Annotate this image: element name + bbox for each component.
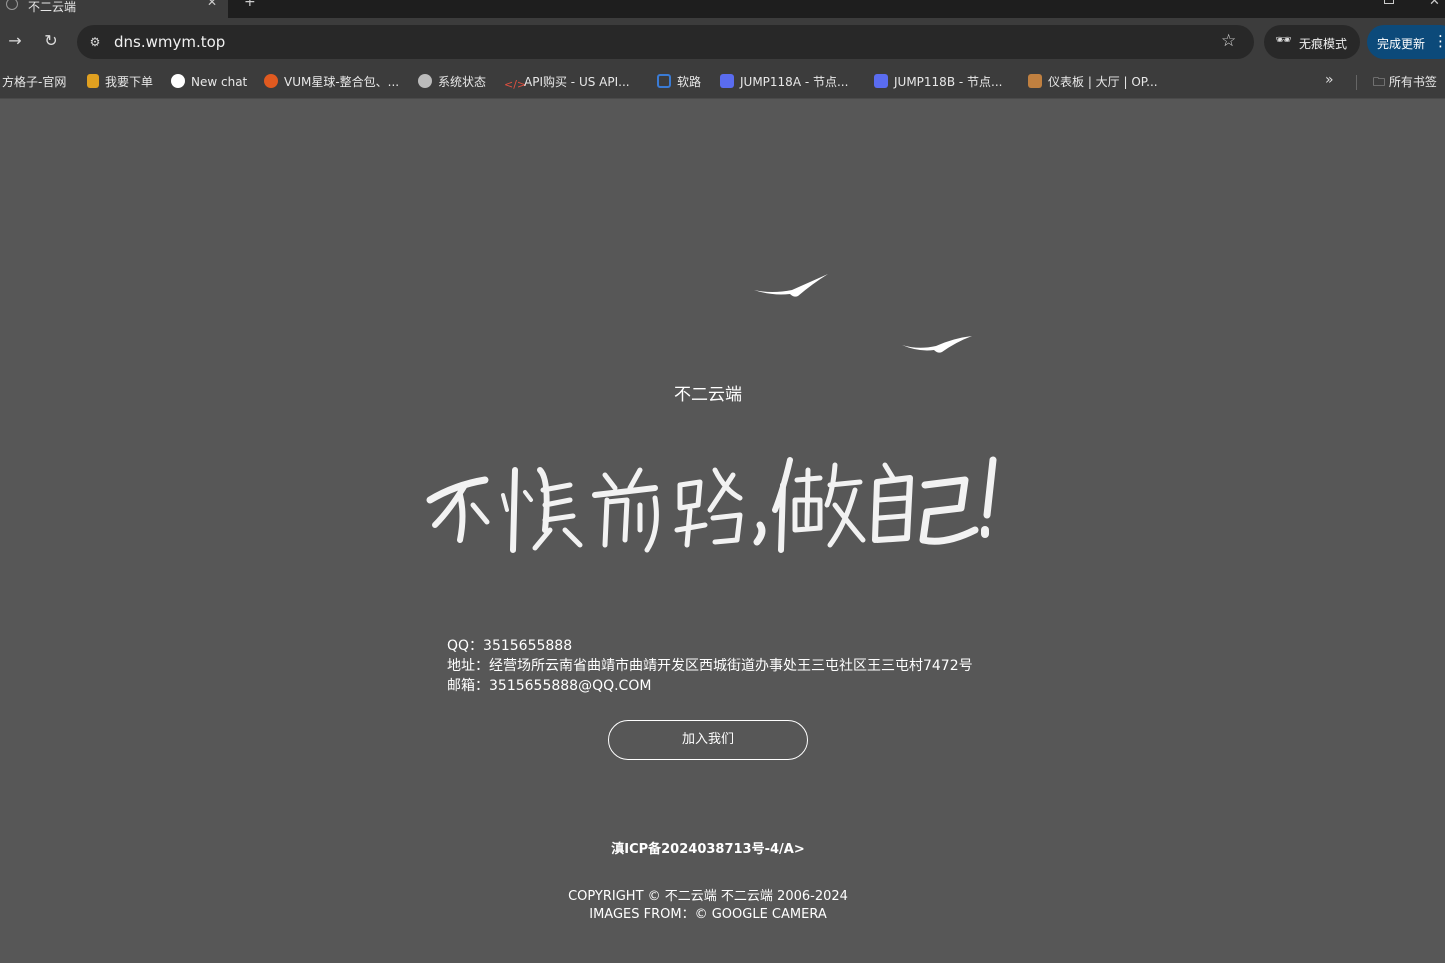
footer-copyright: COPYRIGHT © 不二云端 不二云端 2006-2024 IMAGES F… bbox=[0, 888, 1416, 924]
page-content: 不二云端 QQ：3515655888 地址：经营场所云南省曲靖市曲靖开发区西城街… bbox=[0, 100, 1445, 963]
close-tab-icon[interactable]: ✕ bbox=[207, 0, 217, 9]
bookmark-favicon-icon bbox=[87, 74, 99, 88]
tab-favicon-icon bbox=[6, 0, 18, 10]
menu-dots-icon[interactable]: ⋮ bbox=[1433, 32, 1445, 50]
contact-info: QQ：3515655888 地址：经营场所云南省曲靖市曲靖开发区西城街道办事处王… bbox=[447, 636, 973, 696]
email-text: 邮箱：3515655888@QQ.COM bbox=[447, 678, 652, 694]
images-from-text: IMAGES FROM：© GOOGLE CAMERA bbox=[589, 907, 827, 922]
more-bookmarks-icon[interactable]: » bbox=[1325, 72, 1334, 88]
site-info-icon[interactable]: ⚙ bbox=[87, 34, 103, 50]
incognito-icon: 🕶 bbox=[1275, 33, 1292, 48]
bookmark-item[interactable]: 系统状态 bbox=[418, 72, 486, 92]
bookmarks-bar: 方格子-官网 我要下单 New chat VUM星球-整合包、... 系统状态 … bbox=[0, 66, 1445, 99]
github-icon bbox=[874, 74, 888, 88]
browser-toolbar: → ↻ ⚙ dns.wmym.top ☆ 🕶 无痕模式 完成更新 ⋮ bbox=[0, 18, 1445, 66]
bookmark-favicon-icon bbox=[264, 74, 278, 88]
address-text: 地址：经营场所云南省曲靖市曲靖开发区西城街道办事处王三屯社区王三屯村7472号 bbox=[447, 658, 973, 674]
icp-link[interactable]: 滇ICP备2024038713号-4/A> bbox=[0, 838, 1416, 857]
openai-icon bbox=[171, 74, 185, 88]
bookmark-star-icon[interactable]: ☆ bbox=[1221, 31, 1236, 51]
slogan-calligraphy bbox=[426, 456, 997, 553]
all-bookmarks-folder[interactable]: 🗀 所有书签 bbox=[1373, 72, 1437, 92]
update-label: 完成更新 bbox=[1377, 37, 1426, 51]
qq-text: QQ：3515655888 bbox=[447, 638, 573, 654]
incognito-indicator[interactable]: 🕶 无痕模式 bbox=[1264, 25, 1360, 59]
bookmark-favicon-icon bbox=[657, 74, 671, 88]
brand-name: 不二云端 bbox=[674, 385, 742, 405]
window-close-icon[interactable]: ✕ bbox=[1429, 0, 1440, 9]
birds-illustration bbox=[754, 274, 972, 353]
code-icon: </> bbox=[504, 78, 527, 91]
copyright-text: COPYRIGHT © 不二云端 不二云端 2006-2024 bbox=[568, 889, 848, 904]
bookmark-item[interactable]: 仪表板 | 大厅 | OP... bbox=[1028, 72, 1158, 92]
bookmark-item[interactable]: JUMP118B - 节点... bbox=[874, 72, 1002, 92]
reload-icon[interactable]: ↻ bbox=[41, 30, 61, 52]
address-bar[interactable]: ⚙ dns.wmym.top ☆ bbox=[77, 25, 1254, 59]
url-text[interactable]: dns.wmym.top bbox=[114, 33, 225, 51]
bookmark-item[interactable]: 我要下单 bbox=[87, 72, 153, 92]
forward-icon[interactable]: → bbox=[5, 30, 25, 52]
bookmark-item[interactable]: </>API购买 - US API... bbox=[504, 72, 630, 92]
update-button[interactable]: 完成更新 ⋮ bbox=[1367, 25, 1445, 59]
dashboard-icon bbox=[1028, 74, 1042, 88]
bookmark-item[interactable]: JUMP118A - 节点... bbox=[720, 72, 848, 92]
maximize-icon[interactable] bbox=[1384, 0, 1394, 4]
browser-tab[interactable]: 不二云端 ✕ bbox=[0, 0, 228, 18]
incognito-label: 无痕模式 bbox=[1299, 37, 1348, 51]
tab-title: 不二云端 bbox=[28, 0, 77, 14]
github-icon bbox=[720, 74, 734, 88]
tab-strip: 不二云端 ✕ + ✕ bbox=[0, 0, 1445, 18]
globe-icon bbox=[418, 74, 432, 88]
bookmark-item[interactable]: 方格子-官网 bbox=[2, 72, 66, 92]
bookmark-item[interactable]: VUM星球-整合包、... bbox=[264, 72, 399, 92]
bookmark-item[interactable]: New chat bbox=[171, 72, 247, 92]
folder-icon: 🗀 bbox=[1373, 75, 1389, 89]
new-tab-icon[interactable]: + bbox=[244, 0, 256, 10]
bookmarks-divider bbox=[1356, 75, 1357, 90]
bookmark-item[interactable]: 软路 bbox=[657, 72, 701, 92]
join-us-button[interactable]: 加入我们 bbox=[608, 720, 808, 760]
